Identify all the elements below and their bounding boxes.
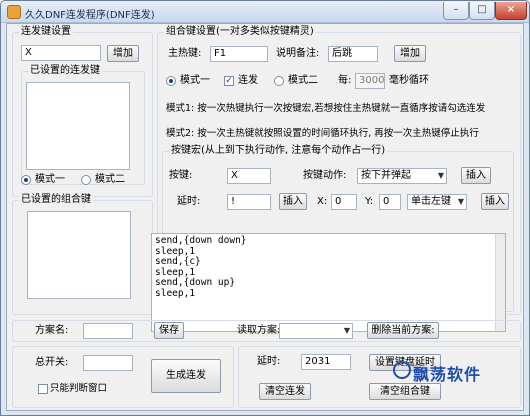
burst-checkbox[interactable]: ✓ [224,76,234,86]
add-combo-button[interactable]: 增加 [394,45,426,62]
left-mode2-label: 模式二 [95,174,125,185]
mode1-description: 模式1: 按一次热键执行一次按键宏,若想按住主热键就一直循序按请勾选连发 [166,103,486,114]
only-window-label: 只能判断窗口 [50,383,108,394]
every-label: 每: [338,75,352,86]
insert-click-button[interactable]: 插入 [481,193,509,210]
macro-line: send,{c} [155,256,201,267]
combo-settings-title: 组合键设置(一对多类似按键精灵) [164,26,316,38]
master-switch-input[interactable] [83,355,133,371]
mode2-radio[interactable] [274,76,284,86]
set-keys-list[interactable] [26,82,130,170]
left-mode1-radio[interactable] [21,175,31,185]
keyboard-delay-label: 延时: [257,356,281,367]
master-switch-group: 总开关: 只能判断窗口 生成连发 [12,346,234,408]
hotkey-input[interactable]: X [21,45,101,61]
watermark-text: 飘荡软件 [413,365,482,384]
only-window-checkbox[interactable] [38,384,48,394]
scheme-group: 方案名: 保存 读取方案: ▼ 删除当前方案: [12,320,521,342]
combo-keys-group: 已设置的组合键 [12,194,153,315]
burst-label: 连发 [238,75,258,86]
clear-combo-button[interactable]: 清空组合键 [369,383,441,400]
master-switch-label: 总开关: [35,357,69,368]
mode2-description: 模式2: 按一次主热键就按照设置的时间循环执行, 再按一次主热键停止执行 [166,128,479,139]
macro-line: sleep,1 [155,287,196,299]
insert-key-button[interactable]: 插入 [461,167,491,184]
hotkey-group: 连发键设置 X 增加 已设置的连发键 [12,26,153,197]
y-label: Y: [365,196,374,207]
app-icon [7,5,21,19]
click-select[interactable]: 单击左键 ▼ [407,194,467,210]
main-hotkey-label: 主热键: [168,48,202,59]
hotkey-group-title: 连发键设置 [19,26,73,38]
y-input[interactable]: 0 [379,194,401,210]
mode2-label: 模式二 [288,75,318,86]
mode1-label: 模式一 [180,75,210,86]
scheme-name-label: 方案名: [35,325,69,336]
maximize-button[interactable]: □ [469,2,495,20]
set-keys-group-title: 已设置的连发键 [28,65,102,77]
interval-unit-label: 毫秒循环 [389,75,429,86]
combo-keys-list[interactable] [27,211,131,299]
x-input[interactable]: 0 [331,194,357,210]
app-window: 久久DNF连发程序(DNF连发) – □ × 连发键设置 X 增加 已设置的连发… [0,0,530,416]
macro-delay-input[interactable]: ! [227,194,271,210]
macro-key-label: 按键: [169,170,193,181]
x-label: X: [317,196,328,207]
generate-burst-button[interactable]: 生成连发 [151,359,221,393]
combo-keys-group-title: 已设置的组合键 [19,194,93,206]
macro-textarea[interactable]: send,{down down} sleep,1 send,{c} sleep,… [151,233,506,332]
close-button[interactable]: × [495,2,527,20]
watermark-logo [393,361,411,379]
read-scheme-label: 读取方案: [237,325,281,336]
macro-line: sleep,1 [155,245,196,257]
macro-line: send,{down up} [155,277,236,288]
note-label: 说明备注: [276,48,320,59]
interval-input[interactable]: 3000 [355,73,385,89]
minimize-button[interactable]: – [443,2,469,20]
textarea-scrollbar[interactable] [495,234,505,331]
add-hotkey-button[interactable]: 增加 [107,45,139,62]
set-keys-group: 已设置的连发键 [21,65,145,185]
chevron-down-icon: ▼ [343,326,350,335]
title-bar[interactable]: 久久DNF连发程序(DNF连发) – □ × [1,1,529,23]
delete-scheme-button[interactable]: 删除当前方案: [367,322,439,339]
action-select-value: 按下并弹起 [361,170,411,181]
left-mode1-label: 模式一 [35,174,65,185]
window-title: 久久DNF连发程序(DNF连发) [25,10,155,21]
macro-delay-label: 延时: [177,196,201,207]
client-area: 连发键设置 X 增加 已设置的连发键 模式一 模式二 已设置的组合键 组合键设置… [6,23,524,411]
save-scheme-button[interactable]: 保存 [154,322,184,339]
chevron-down-icon: ▼ [457,197,464,206]
action-label: 按键动作: [303,170,347,181]
main-hotkey-input[interactable]: F1 [210,46,268,62]
macro-group-title: 按键宏(从上到下执行动作, 注意每个动作占一行) [169,145,388,157]
scheme-name-input[interactable] [83,323,133,339]
note-input[interactable]: 后跳 [328,46,378,62]
action-select[interactable]: 按下并弹起 ▼ [357,168,447,184]
click-select-value: 单击左键 [411,196,451,207]
left-mode2-radio[interactable] [81,175,91,185]
read-scheme-select[interactable]: ▼ [279,323,353,339]
keyboard-delay-input[interactable]: 2031 [301,354,351,370]
macro-line: send,{down down} [155,235,247,246]
macro-key-input[interactable]: X [227,168,271,184]
mode1-radio[interactable] [166,76,176,86]
insert-delay-button[interactable]: 插入 [279,193,307,210]
chevron-down-icon: ▼ [437,171,444,180]
clear-burst-button[interactable]: 清空连发 [259,383,311,400]
